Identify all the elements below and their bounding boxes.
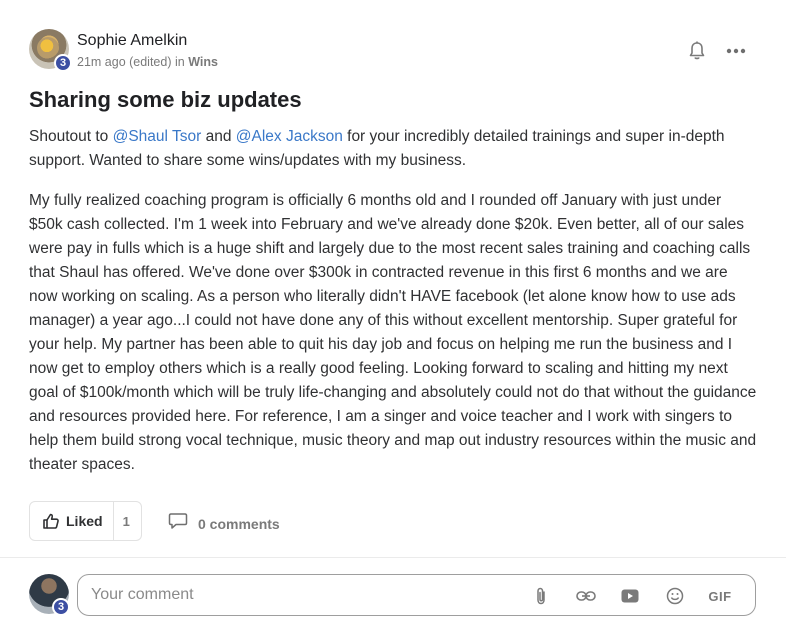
like-button[interactable]: Liked 1 [29, 501, 142, 541]
comment-composer: GIF [77, 574, 756, 616]
post-body: Shoutout to @Shaul Tsor and @Alex Jackso… [29, 125, 757, 493]
divider [0, 557, 786, 558]
post-title: Sharing some biz updates [29, 87, 302, 112]
mention-link[interactable]: @Alex Jackson [236, 128, 343, 145]
level-badge: 3 [54, 54, 72, 72]
level-badge: 3 [52, 598, 70, 616]
comments-button[interactable]: 0 comments [168, 512, 280, 535]
gif-button[interactable]: GIF [705, 585, 735, 607]
post-category[interactable]: Wins [188, 55, 218, 69]
post-time: 21m ago (edited) in [77, 55, 189, 69]
like-label: Liked [66, 513, 103, 529]
post-meta: 21m ago (edited) in Wins [77, 55, 218, 69]
text-segment: and [201, 128, 236, 145]
mention-link[interactable]: @Shaul Tsor [113, 128, 202, 145]
post-paragraph-1: Shoutout to @Shaul Tsor and @Alex Jackso… [29, 125, 757, 173]
comment-count: 0 comments [198, 515, 280, 532]
post-paragraph-2: My fully realized coaching program is of… [29, 192, 757, 473]
comment-input[interactable] [91, 586, 521, 604]
author-name[interactable]: Sophie Amelkin [77, 32, 187, 50]
emoji-icon[interactable] [664, 585, 686, 607]
text-segment: Shoutout to [29, 128, 113, 145]
like-count[interactable]: 1 [123, 514, 130, 529]
divider [112, 501, 114, 541]
notification-bell-icon[interactable] [686, 40, 708, 62]
comment-bubble-icon [168, 512, 188, 535]
link-icon[interactable] [575, 585, 597, 607]
current-user-avatar: 3 [29, 574, 70, 616]
thumbs-up-icon [42, 512, 60, 530]
author-avatar[interactable]: 3 [29, 29, 72, 72]
more-options-icon[interactable] [724, 40, 748, 62]
attachment-icon[interactable] [530, 585, 552, 607]
video-icon[interactable] [619, 585, 641, 607]
